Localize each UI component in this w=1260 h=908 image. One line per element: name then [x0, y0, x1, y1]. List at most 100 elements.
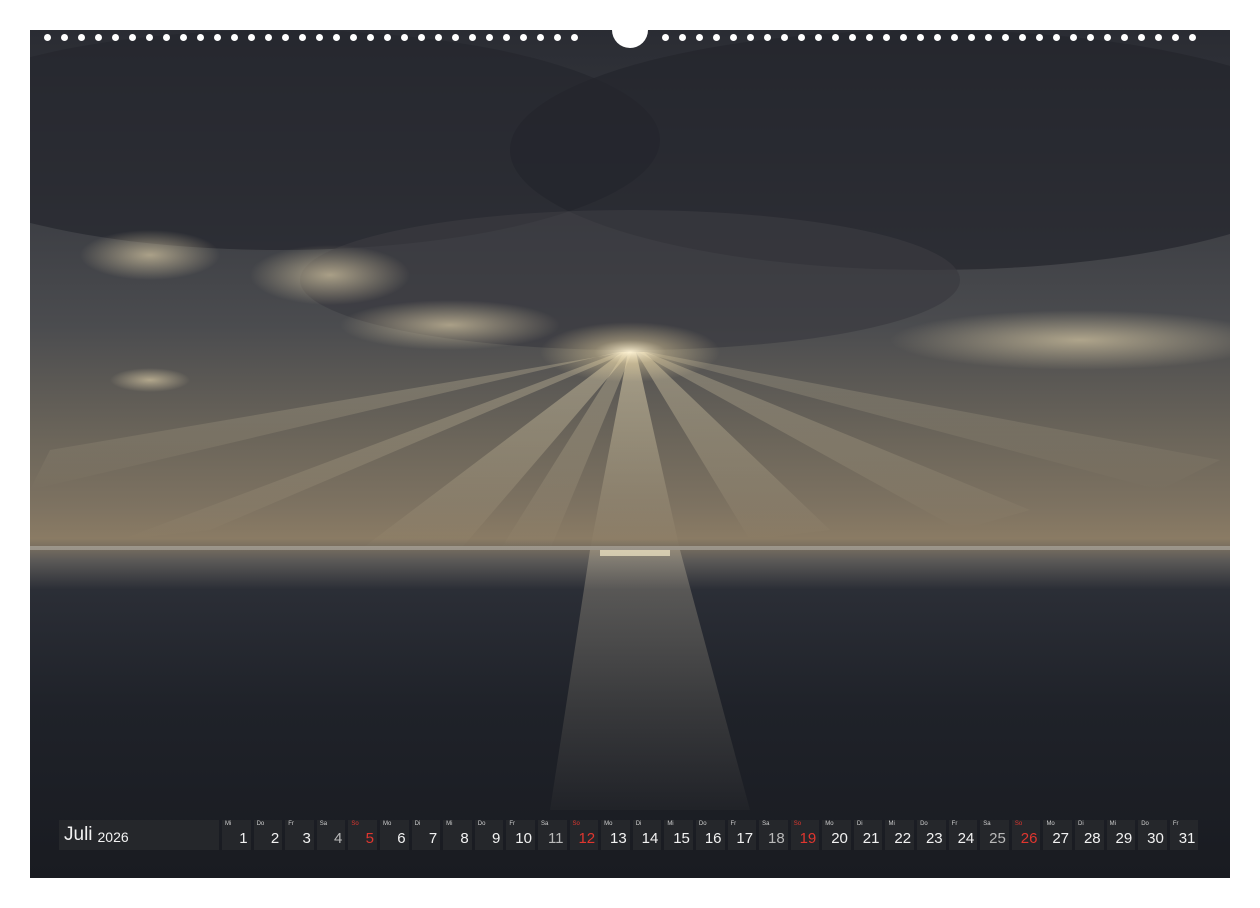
day-number: 28 [1083, 830, 1101, 847]
day-cell: Mi 1 [222, 820, 251, 850]
weekday-label: Do [1141, 821, 1149, 827]
month-label: Juli 2026 [59, 820, 219, 850]
weekday-label: Di [635, 821, 642, 827]
day-number: 7 [428, 830, 438, 847]
day-cell: So 12 [569, 820, 599, 850]
weekday-label: Mi [446, 821, 453, 827]
day-cell: Do 30 [1138, 820, 1167, 850]
day-number: 16 [704, 830, 722, 847]
day-number: 17 [736, 830, 754, 847]
day-number: 21 [862, 830, 880, 847]
weekday-label: Fr [509, 821, 516, 827]
weekday-label: Di [856, 821, 863, 827]
day-cell: So 19 [790, 820, 820, 850]
weekday-label: Mi [225, 821, 232, 827]
day-list: Mi 1 Do 2 Fr 3 Sa 4 So 5 Mo 6 Di 7 Mi 8 Do 9 Fr 10 Sa 11 So 12 M… [222, 820, 1199, 850]
day-number: 25 [989, 830, 1006, 847]
day-number: 31 [1178, 830, 1196, 847]
binding-holes-right [662, 34, 1196, 42]
binding-hook [612, 16, 648, 48]
weekday-label: Do [477, 821, 486, 827]
day-cell: Sa 4 [316, 820, 346, 850]
weekday-label: Fr [730, 821, 737, 827]
calendar-strip: Juli 2026 Mi 1 Do 2 Fr 3 Sa 4 So 5 Mo 6 Di 7 Mi 8 Do 9 Fr 1… [59, 820, 1201, 850]
photo-artwork [30, 30, 1230, 810]
day-cell: Do 23 [917, 820, 946, 850]
day-cell: Sa 11 [537, 820, 567, 850]
day-cell: So 5 [348, 820, 377, 850]
day-cell: Fr 24 [948, 820, 978, 850]
day-cell: Sa 25 [980, 820, 1009, 850]
day-cell: Sa 18 [759, 820, 788, 850]
weekday-label: So [793, 821, 802, 827]
month-name: Juli [64, 824, 93, 845]
weekday-label: Mo [1046, 821, 1055, 827]
day-number: 13 [610, 830, 627, 847]
weekday-label: Di [1078, 821, 1084, 827]
day-cell: Fr 10 [506, 820, 535, 850]
day-number: 27 [1052, 830, 1070, 847]
day-number: 14 [641, 830, 659, 847]
weekday-label: Mo [604, 821, 613, 827]
day-number: 11 [547, 830, 564, 847]
day-cell: Do 9 [474, 820, 504, 850]
day-cell: Do 16 [695, 820, 725, 850]
day-cell: Mo 6 [379, 820, 409, 850]
day-number: 5 [365, 830, 374, 847]
day-number: 10 [515, 830, 532, 847]
calendar-photo-sea-sunbeams [30, 30, 1230, 878]
weekday-label: Fr [951, 821, 958, 827]
weekday-label: Fr [288, 821, 294, 827]
day-number: 23 [925, 830, 943, 847]
day-cell: So 26 [1011, 820, 1041, 850]
day-number: 19 [799, 830, 817, 847]
month-year: 2026 [97, 828, 129, 845]
weekday-label: Mi [667, 821, 674, 827]
day-cell: Mi 15 [664, 820, 693, 850]
day-number: 18 [768, 830, 785, 847]
weekday-label: Mi [888, 821, 895, 827]
day-number: 9 [492, 830, 501, 847]
weekday-label: So [1014, 821, 1023, 827]
day-cell: Mo 27 [1043, 820, 1073, 850]
day-number: 26 [1020, 830, 1038, 847]
weekday-label: Sa [319, 821, 328, 827]
weekday-label: Mo [825, 821, 834, 827]
day-cell: Mi 22 [885, 820, 915, 850]
day-number: 15 [673, 830, 690, 847]
day-cell: Di 14 [632, 820, 662, 850]
day-cell: Mo 13 [601, 820, 630, 850]
day-number: 2 [270, 830, 280, 847]
day-number: 29 [1115, 830, 1133, 847]
weekday-label: Fr [1172, 821, 1179, 827]
wire-binding [30, 16, 1230, 48]
day-number: 4 [334, 830, 343, 847]
weekday-label: So [572, 821, 580, 827]
weekday-label: Sa [762, 821, 770, 827]
day-cell: Fr 17 [727, 820, 757, 850]
weekday-label: Mi [1109, 821, 1116, 827]
day-cell: Fr 31 [1169, 820, 1199, 850]
day-number: 12 [578, 830, 596, 847]
day-cell: Di 7 [411, 820, 441, 850]
day-cell: Fr 3 [285, 820, 314, 850]
weekday-label: Mo [382, 821, 392, 827]
weekday-label: Do [698, 821, 707, 827]
day-number: 20 [831, 830, 848, 847]
day-number: 3 [302, 830, 311, 847]
weekday-label: Do [256, 821, 265, 827]
day-number: 6 [397, 830, 406, 847]
day-cell: Di 28 [1075, 820, 1104, 850]
day-cell: Do 2 [253, 820, 283, 850]
day-number: 1 [239, 830, 248, 847]
day-cell: Di 21 [853, 820, 883, 850]
day-number: 8 [460, 830, 469, 847]
binding-holes-left [44, 34, 578, 42]
weekday-label: Sa [983, 821, 991, 827]
weekday-label: Di [414, 821, 421, 827]
weekday-label: Sa [540, 821, 549, 827]
day-cell: Mi 8 [443, 820, 472, 850]
day-number: 24 [957, 830, 975, 847]
day-cell: Mo 20 [822, 820, 851, 850]
day-number: 22 [894, 830, 912, 847]
